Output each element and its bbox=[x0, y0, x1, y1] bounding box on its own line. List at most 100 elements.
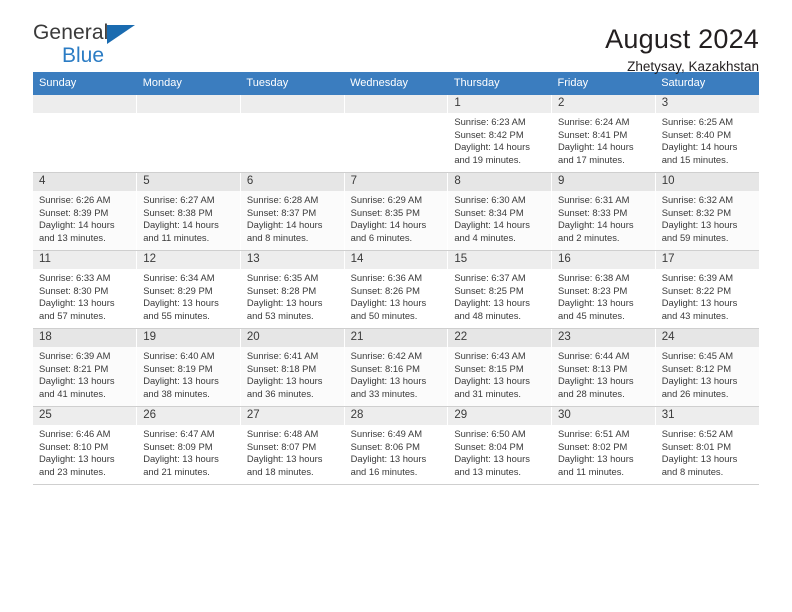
calendar-day-cell[interactable]: 8 Sunrise: 6:30 AM Sunset: 8:34 PM Daylight… bbox=[447, 172, 553, 251]
daylight-line-1: Daylight: 13 hours bbox=[454, 375, 530, 387]
calendar-day-cell[interactable]: 12 Sunrise: 6:34 AM Sunset: 8:29 PM Dayligh… bbox=[136, 250, 241, 329]
calendar-day-cell[interactable]: 15 Sunrise: 6:37 AM Sunset: 8:25 PM Dayligh… bbox=[447, 250, 553, 329]
daylight-line-2: and 8 minutes. bbox=[661, 465, 724, 477]
calendar-day-cell[interactable]: 23 Sunrise: 6:44 AM Sunset: 8:13 PM Dayligh… bbox=[551, 328, 656, 407]
sunrise-time: Sunrise: 6:37 AM bbox=[454, 272, 526, 283]
calendar-day-cell[interactable]: 17 Sunrise: 6:39 AM Sunset: 8:22 PM Dayligh… bbox=[655, 250, 759, 329]
day-number: 24 bbox=[655, 329, 759, 347]
calendar-day-cell[interactable]: 22 Sunrise: 6:43 AM Sunset: 8:15 PM Dayligh… bbox=[447, 328, 553, 407]
day-cell-inner: 6 Sunrise: 6:28 AM Sunset: 8:37 PM Daylight… bbox=[240, 173, 344, 250]
daylight-line-1: Daylight: 13 hours bbox=[246, 297, 323, 309]
logo-text-blue: Blue bbox=[62, 44, 105, 67]
sunrise-time: Sunrise: 6:35 AM bbox=[246, 272, 319, 283]
day-number: 6 bbox=[240, 173, 344, 191]
daylight-line-2: and 13 minutes. bbox=[39, 231, 106, 243]
title-block: August 2024 Zhetysay, Kazakhstan bbox=[605, 22, 759, 75]
calendar-day-cell[interactable]: 4 Sunrise: 6:26 AM Sunset: 8:39 PM Daylight… bbox=[33, 172, 138, 251]
day-cell-inner: 12 Sunrise: 6:34 AM Sunset: 8:29 PM Dayligh… bbox=[137, 251, 240, 328]
daylight-line-1: Daylight: 14 hours bbox=[558, 219, 634, 231]
calendar-day-cell[interactable]: 5 Sunrise: 6:27 AM Sunset: 8:38 PM Daylight… bbox=[136, 172, 241, 251]
daylight-line-2: and 28 minutes. bbox=[558, 387, 625, 399]
calendar-day-cell[interactable]: 21 Sunrise: 6:42 AM Sunset: 8:16 PM Dayligh… bbox=[344, 328, 449, 407]
sun-info: Sunrise: 6:48 AM Sunset: 8:07 PM Daylight:… bbox=[241, 425, 344, 478]
sunset-time: Sunset: 8:12 PM bbox=[661, 362, 732, 374]
calendar-day-cell[interactable]: 11 Sunrise: 6:33 AM Sunset: 8:30 PM Dayligh… bbox=[33, 250, 138, 329]
day-number: 1 bbox=[448, 95, 552, 113]
calendar-day-cell[interactable]: 3 Sunrise: 6:25 AM Sunset: 8:40 PM Daylight… bbox=[655, 95, 759, 173]
daylight-line-1: Daylight: 14 hours bbox=[558, 141, 634, 153]
sunset-time: Sunset: 8:38 PM bbox=[143, 206, 213, 218]
calendar-day-cell[interactable]: 10 Sunrise: 6:32 AM Sunset: 8:32 PM Dayligh… bbox=[655, 172, 759, 251]
day-number: 19 bbox=[137, 329, 240, 347]
sunrise-time: Sunrise: 6:24 AM bbox=[558, 116, 630, 127]
day-cell-inner bbox=[33, 95, 137, 172]
sunset-time: Sunset: 8:35 PM bbox=[350, 206, 420, 218]
daylight-line-1: Daylight: 13 hours bbox=[143, 297, 219, 309]
calendar-day-cell[interactable]: 19 Sunrise: 6:40 AM Sunset: 8:19 PM Dayligh… bbox=[136, 328, 241, 407]
daylight-line-1: Daylight: 14 hours bbox=[246, 219, 323, 231]
day-cell-inner: 24 Sunrise: 6:45 AM Sunset: 8:12 PM Dayligh… bbox=[655, 329, 759, 406]
sunrise-time: Sunrise: 6:25 AM bbox=[661, 116, 734, 127]
sunrise-time: Sunrise: 6:33 AM bbox=[39, 272, 111, 283]
sunset-time: Sunset: 8:15 PM bbox=[454, 362, 524, 374]
sunrise-time: Sunrise: 6:45 AM bbox=[661, 350, 734, 361]
day-number: 12 bbox=[137, 251, 240, 269]
calendar-day-cell[interactable]: 25 Sunrise: 6:46 AM Sunset: 8:10 PM Dayligh… bbox=[33, 406, 138, 485]
daylight-line-2: and 43 minutes. bbox=[661, 309, 729, 321]
day-cell-inner: 3 Sunrise: 6:25 AM Sunset: 8:40 PM Daylight… bbox=[655, 95, 759, 172]
day-number bbox=[137, 95, 240, 113]
daylight-line-1: Daylight: 13 hours bbox=[246, 453, 323, 465]
daylight-line-2: and 21 minutes. bbox=[143, 465, 210, 477]
weekday-header-friday: Friday bbox=[551, 72, 656, 95]
daylight-line-1: Daylight: 13 hours bbox=[661, 219, 738, 231]
sun-info: Sunrise: 6:42 AM Sunset: 8:16 PM Daylight:… bbox=[345, 347, 448, 400]
day-number: 9 bbox=[552, 173, 655, 191]
calendar-day-cell[interactable]: 1 Sunrise: 6:23 AM Sunset: 8:42 PM Daylight… bbox=[447, 95, 553, 173]
calendar-day-cell[interactable]: 20 Sunrise: 6:41 AM Sunset: 8:18 PM Dayligh… bbox=[240, 328, 345, 407]
month-calendar: Sunday Monday Tuesday Wednesday Thursday… bbox=[33, 72, 759, 485]
sunset-time: Sunset: 8:39 PM bbox=[39, 206, 109, 218]
day-cell-inner: 10 Sunrise: 6:32 AM Sunset: 8:32 PM Dayligh… bbox=[655, 173, 759, 250]
calendar-day-cell[interactable]: 26 Sunrise: 6:47 AM Sunset: 8:09 PM Dayligh… bbox=[136, 406, 241, 485]
calendar-week-row: 11 Sunrise: 6:33 AM Sunset: 8:30 PM Dayligh… bbox=[33, 250, 759, 329]
calendar-day-cell[interactable]: 28 Sunrise: 6:49 AM Sunset: 8:06 PM Dayligh… bbox=[344, 406, 449, 485]
generalblue-logo[interactable]: General Blue bbox=[33, 22, 153, 72]
weekday-header-monday: Monday bbox=[136, 72, 241, 95]
calendar-week-row: 4 Sunrise: 6:26 AM Sunset: 8:39 PM Daylight… bbox=[33, 172, 759, 251]
calendar-day-cell[interactable]: 2 Sunrise: 6:24 AM Sunset: 8:41 PM Daylight… bbox=[551, 95, 656, 173]
sun-info: Sunrise: 6:45 AM Sunset: 8:12 PM Daylight:… bbox=[656, 347, 759, 400]
weekday-header-tuesday: Tuesday bbox=[240, 72, 345, 95]
sun-info: Sunrise: 6:47 AM Sunset: 8:09 PM Daylight:… bbox=[137, 425, 240, 478]
calendar-day-cell[interactable]: 7 Sunrise: 6:29 AM Sunset: 8:35 PM Daylight… bbox=[344, 172, 449, 251]
calendar-day-cell[interactable]: 16 Sunrise: 6:38 AM Sunset: 8:23 PM Dayligh… bbox=[551, 250, 656, 329]
day-number bbox=[240, 95, 344, 113]
calendar-day-cell[interactable]: 13 Sunrise: 6:35 AM Sunset: 8:28 PM Dayligh… bbox=[240, 250, 345, 329]
daylight-line-2: and 23 minutes. bbox=[39, 465, 106, 477]
page-header: General Blue August 2024 Zhetysay, Kazak… bbox=[33, 0, 759, 75]
calendar-day-cell[interactable]: 31 Sunrise: 6:52 AM Sunset: 8:01 PM Dayligh… bbox=[655, 406, 759, 485]
daylight-line-1: Daylight: 13 hours bbox=[454, 453, 530, 465]
sunset-time: Sunset: 8:06 PM bbox=[350, 440, 420, 452]
day-cell-inner: 21 Sunrise: 6:42 AM Sunset: 8:16 PM Dayligh… bbox=[344, 329, 448, 406]
day-number: 28 bbox=[344, 407, 448, 425]
sun-info: Sunrise: 6:27 AM Sunset: 8:38 PM Daylight:… bbox=[137, 191, 240, 244]
calendar-day-cell[interactable]: 9 Sunrise: 6:31 AM Sunset: 8:33 PM Daylight… bbox=[551, 172, 656, 251]
calendar-day-cell[interactable]: 6 Sunrise: 6:28 AM Sunset: 8:37 PM Daylight… bbox=[240, 172, 345, 251]
calendar-day-cell[interactable]: 14 Sunrise: 6:36 AM Sunset: 8:26 PM Dayligh… bbox=[344, 250, 449, 329]
day-cell-inner: 5 Sunrise: 6:27 AM Sunset: 8:38 PM Daylight… bbox=[137, 173, 240, 250]
day-cell-inner: 9 Sunrise: 6:31 AM Sunset: 8:33 PM Daylight… bbox=[552, 173, 655, 250]
sun-info: Sunrise: 6:28 AM Sunset: 8:37 PM Daylight:… bbox=[241, 191, 344, 244]
calendar-day-cell[interactable]: 18 Sunrise: 6:39 AM Sunset: 8:21 PM Dayligh… bbox=[33, 328, 138, 407]
daylight-line-1: Daylight: 13 hours bbox=[558, 453, 634, 465]
day-cell-inner bbox=[344, 95, 448, 172]
calendar-day-cell[interactable]: 29 Sunrise: 6:50 AM Sunset: 8:04 PM Dayligh… bbox=[447, 406, 553, 485]
sunset-time: Sunset: 8:34 PM bbox=[454, 206, 524, 218]
calendar-day-cell[interactable]: 30 Sunrise: 6:51 AM Sunset: 8:02 PM Dayligh… bbox=[551, 406, 656, 485]
day-number: 3 bbox=[655, 95, 759, 113]
sun-info: Sunrise: 6:40 AM Sunset: 8:19 PM Daylight:… bbox=[137, 347, 240, 400]
sunrise-time: Sunrise: 6:49 AM bbox=[350, 428, 423, 439]
calendar-day-cell[interactable]: 24 Sunrise: 6:45 AM Sunset: 8:12 PM Dayligh… bbox=[655, 328, 759, 407]
day-cell-inner: 22 Sunrise: 6:43 AM Sunset: 8:15 PM Dayligh… bbox=[448, 329, 552, 406]
day-number: 5 bbox=[137, 173, 240, 191]
calendar-day-cell[interactable]: 27 Sunrise: 6:48 AM Sunset: 8:07 PM Dayligh… bbox=[240, 406, 345, 485]
